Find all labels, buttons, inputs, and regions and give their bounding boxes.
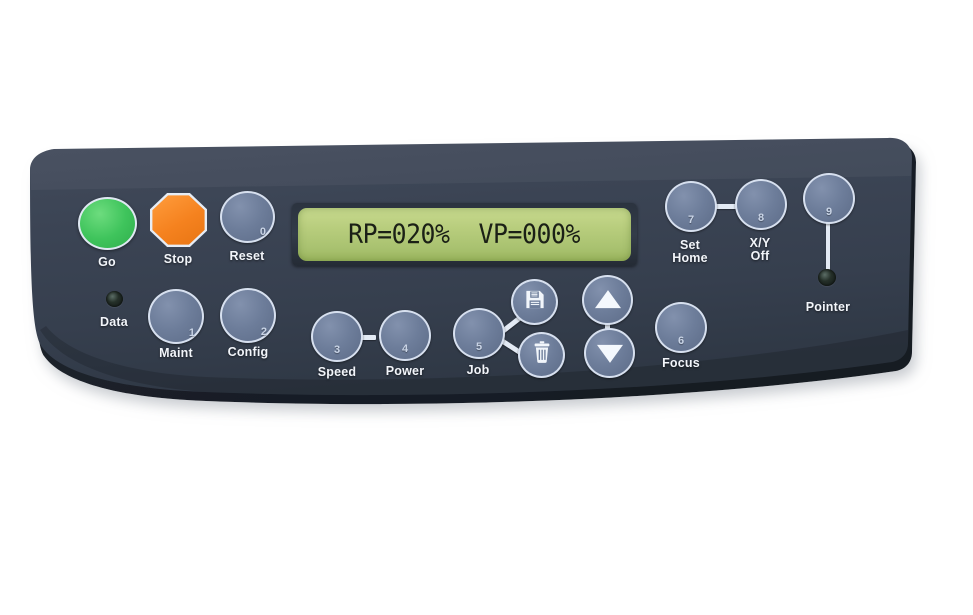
- xy-off-label: X/Y Off: [749, 236, 771, 263]
- config-button[interactable]: 2: [220, 288, 276, 343]
- delete-job-button[interactable]: [518, 332, 565, 378]
- pointer-button-number: 9: [825, 206, 833, 218]
- reset-button[interactable]: 0: [220, 191, 275, 243]
- arrow-down-icon: [596, 344, 623, 363]
- floppy-disk-icon: [523, 288, 546, 316]
- maint-button-number: 1: [188, 327, 195, 339]
- pointer-label: Pointer: [805, 300, 851, 314]
- pointer-led-indicator: [818, 269, 836, 286]
- set-home-button-number: 7: [687, 214, 695, 226]
- reset-label: Reset: [229, 249, 265, 263]
- job-label: Job: [466, 363, 490, 377]
- speed-button-number: 3: [333, 344, 341, 356]
- power-button[interactable]: 4: [379, 310, 431, 361]
- focus-label: Focus: [662, 356, 700, 370]
- stop-button[interactable]: [150, 193, 207, 247]
- lcd-screen: RP=020% VP=000%: [298, 208, 631, 261]
- xy-off-button-number: 8: [757, 212, 765, 224]
- panel-controls: Go Stop 0 Reset Data 1 Maint 2 Config RP…: [0, 0, 973, 615]
- stop-button-face: [152, 195, 205, 245]
- screenshot-canvas: Go Stop 0 Reset Data 1 Maint 2 Config RP…: [0, 0, 973, 615]
- maint-button[interactable]: 1: [148, 289, 204, 344]
- power-label: Power: [385, 364, 425, 378]
- reset-button-number: 0: [259, 226, 266, 238]
- trash-can-icon: [530, 341, 553, 370]
- job-button[interactable]: 5: [453, 308, 505, 359]
- speed-button[interactable]: 3: [311, 311, 363, 362]
- job-button-number: 5: [475, 341, 483, 353]
- go-label: Go: [98, 255, 116, 269]
- config-label: Config: [227, 345, 269, 359]
- go-button[interactable]: [78, 197, 137, 250]
- pointer-button[interactable]: 9: [803, 173, 855, 224]
- arrow-up-button[interactable]: [582, 275, 633, 325]
- lcd-text: RP=020% VP=000%: [348, 219, 581, 250]
- focus-button[interactable]: 6: [655, 302, 707, 353]
- data-label: Data: [100, 315, 128, 329]
- set-home-label: Set Home: [672, 238, 708, 265]
- stop-label: Stop: [163, 252, 193, 266]
- maint-label: Maint: [159, 346, 193, 360]
- arrow-down-button[interactable]: [584, 328, 635, 378]
- power-button-number: 4: [401, 343, 409, 355]
- save-job-button[interactable]: [511, 279, 558, 325]
- lcd-display: RP=020% VP=000%: [292, 203, 637, 266]
- data-led-indicator: [106, 291, 123, 307]
- config-button-number: 2: [260, 326, 267, 338]
- sethome-xyoff-connector: [714, 204, 737, 209]
- set-home-button[interactable]: 7: [665, 181, 717, 232]
- arrow-up-icon: [594, 290, 621, 309]
- focus-button-number: 6: [677, 335, 685, 347]
- xy-off-button[interactable]: 8: [735, 179, 787, 230]
- speed-label: Speed: [317, 365, 357, 379]
- pointer-key-led-connector: [826, 222, 830, 270]
